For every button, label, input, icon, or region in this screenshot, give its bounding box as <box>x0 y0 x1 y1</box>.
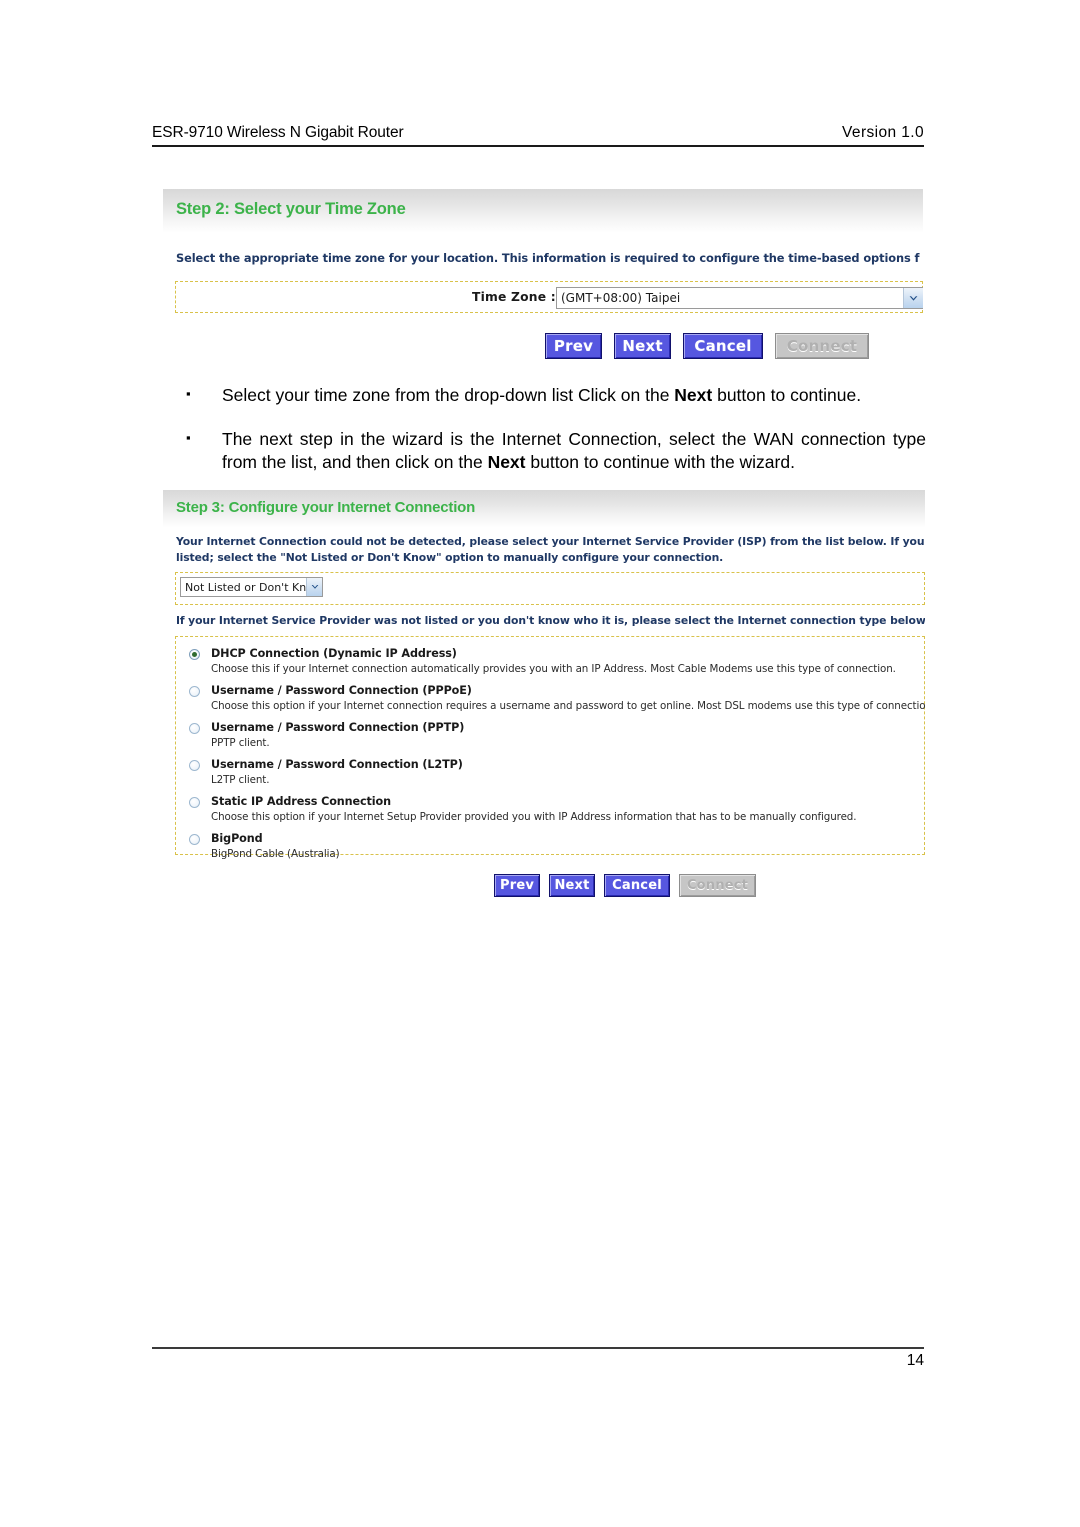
option-pppoe-label: Username / Password Connection (PPPoE) <box>211 684 472 697</box>
step3-connection-type-prompt: If your Internet Service Provider was no… <box>176 614 925 627</box>
bullet-2-post: button to continue with the wizard. <box>525 452 795 473</box>
isp-select-value: Not Listed or Don't Know <box>185 580 306 594</box>
option-pppoe-description: Choose this option if your Internet conn… <box>211 700 925 712</box>
step2-button-row: Prev Next Cancel Connect <box>545 333 869 359</box>
option-dhcp[interactable]: DHCP Connection (Dynamic IP Address) Cho… <box>189 647 924 680</box>
radio-icon[interactable] <box>189 760 200 771</box>
step2-timezone-row: Time Zone : (GMT+08:00) Taipei <box>175 281 923 313</box>
step2-description: Select the appropriate time zone for you… <box>176 251 920 265</box>
step3-screenshot-panel: Step 3: Configure your Internet Connecti… <box>163 490 925 865</box>
option-pptp-label: Username / Password Connection (PPTP) <box>211 721 465 734</box>
step3-button-row: Prev Next Cancel Connect <box>494 874 756 897</box>
radio-icon[interactable] <box>189 723 200 734</box>
page-number: 14 <box>906 1352 924 1369</box>
header-product-name: ESR-9710 Wireless N Gigabit Router <box>152 124 404 141</box>
option-l2tp-label: Username / Password Connection (L2TP) <box>211 758 463 771</box>
step2-title: Step 2: Select your Time Zone <box>176 200 406 218</box>
option-pptp[interactable]: Username / Password Connection (PPTP) PP… <box>189 721 924 754</box>
bullet-1-pre: Select your time zone from the drop-down… <box>222 385 675 405</box>
step3-description-line-2: listed; select the "Not Listed or Don't … <box>176 551 724 564</box>
square-bullet-icon: ▪ <box>186 386 191 401</box>
chevron-down-icon[interactable] <box>306 578 322 596</box>
instruction-bullet-list: ▪ Select your time zone from the drop-do… <box>186 384 926 474</box>
step2-screenshot-panel: Step 2: Select your Time Zone Select the… <box>163 189 923 317</box>
header-rule <box>152 145 924 147</box>
chevron-down-icon[interactable] <box>903 288 923 308</box>
timezone-select[interactable]: (GMT+08:00) Taipei <box>556 287 923 309</box>
step3-prev-button[interactable]: Prev <box>494 874 540 897</box>
radio-icon[interactable] <box>189 686 200 697</box>
step3-description-line-1: Your Internet Connection could not be de… <box>176 535 925 548</box>
step3-connect-button: Connect <box>679 874 756 897</box>
square-bullet-icon: ▪ <box>186 430 191 446</box>
radio-icon[interactable] <box>189 797 200 808</box>
bullet-2-bold: Next <box>487 452 526 473</box>
option-l2tp[interactable]: Username / Password Connection (L2TP) L2… <box>189 758 924 791</box>
step2-header-band: Step 2: Select your Time Zone <box>163 189 923 233</box>
document-page: ESR-9710 Wireless N Gigabit Router Versi… <box>0 0 1080 1527</box>
timezone-select-value: (GMT+08:00) Taipei <box>561 291 681 305</box>
option-l2tp-description: L2TP client. <box>211 774 270 786</box>
option-bigpond-description: BigPond Cable (Australia) <box>211 848 340 860</box>
option-static-ip-description: Choose this option if your Internet Setu… <box>211 811 857 823</box>
option-bigpond[interactable]: BigPond BigPond Cable (Australia) <box>189 832 924 865</box>
option-pptp-description: PPTP client. <box>211 737 270 749</box>
footer-rule <box>152 1347 924 1349</box>
bullet-item: ▪ The next step in the wizard is the Int… <box>186 428 926 474</box>
option-pppoe[interactable]: Username / Password Connection (PPPoE) C… <box>189 684 925 717</box>
option-static-ip-label: Static IP Address Connection <box>211 795 391 808</box>
bullet-1-bold: Next <box>674 385 713 405</box>
step3-cancel-button[interactable]: Cancel <box>604 874 670 897</box>
step3-title: Step 3: Configure your Internet Connecti… <box>176 499 476 516</box>
radio-icon[interactable] <box>189 834 200 845</box>
step3-header-band: Step 3: Configure your Internet Connecti… <box>163 490 925 528</box>
header-version: Version 1.0 <box>842 124 924 141</box>
connection-type-options-box: DHCP Connection (Dynamic IP Address) Cho… <box>175 636 925 860</box>
bullet-1-post: button to continue. <box>712 385 862 405</box>
option-dhcp-description: Choose this if your Internet connection … <box>211 663 896 675</box>
isp-select[interactable]: Not Listed or Don't Know <box>180 577 323 597</box>
option-bigpond-label: BigPond <box>211 832 263 845</box>
step2-cancel-button[interactable]: Cancel <box>683 333 763 359</box>
option-static-ip[interactable]: Static IP Address Connection Choose this… <box>189 795 924 828</box>
bullet-text: The next step in the wizard is the Inter… <box>222 428 926 474</box>
step3-isp-row: Not Listed or Don't Know <box>175 572 925 605</box>
step2-connect-button: Connect <box>775 333 869 359</box>
step3-next-button[interactable]: Next <box>549 874 595 897</box>
running-header: ESR-9710 Wireless N Gigabit Router Versi… <box>152 124 924 142</box>
step2-next-button[interactable]: Next <box>614 333 671 359</box>
option-dhcp-label: DHCP Connection (Dynamic IP Address) <box>211 647 457 660</box>
timezone-label: Time Zone : <box>472 290 556 304</box>
step2-prev-button[interactable]: Prev <box>545 333 602 359</box>
bullet-item: ▪ Select your time zone from the drop-do… <box>186 384 926 407</box>
radio-icon-selected[interactable] <box>189 649 200 660</box>
bullet-text: Select your time zone from the drop-down… <box>222 384 926 407</box>
